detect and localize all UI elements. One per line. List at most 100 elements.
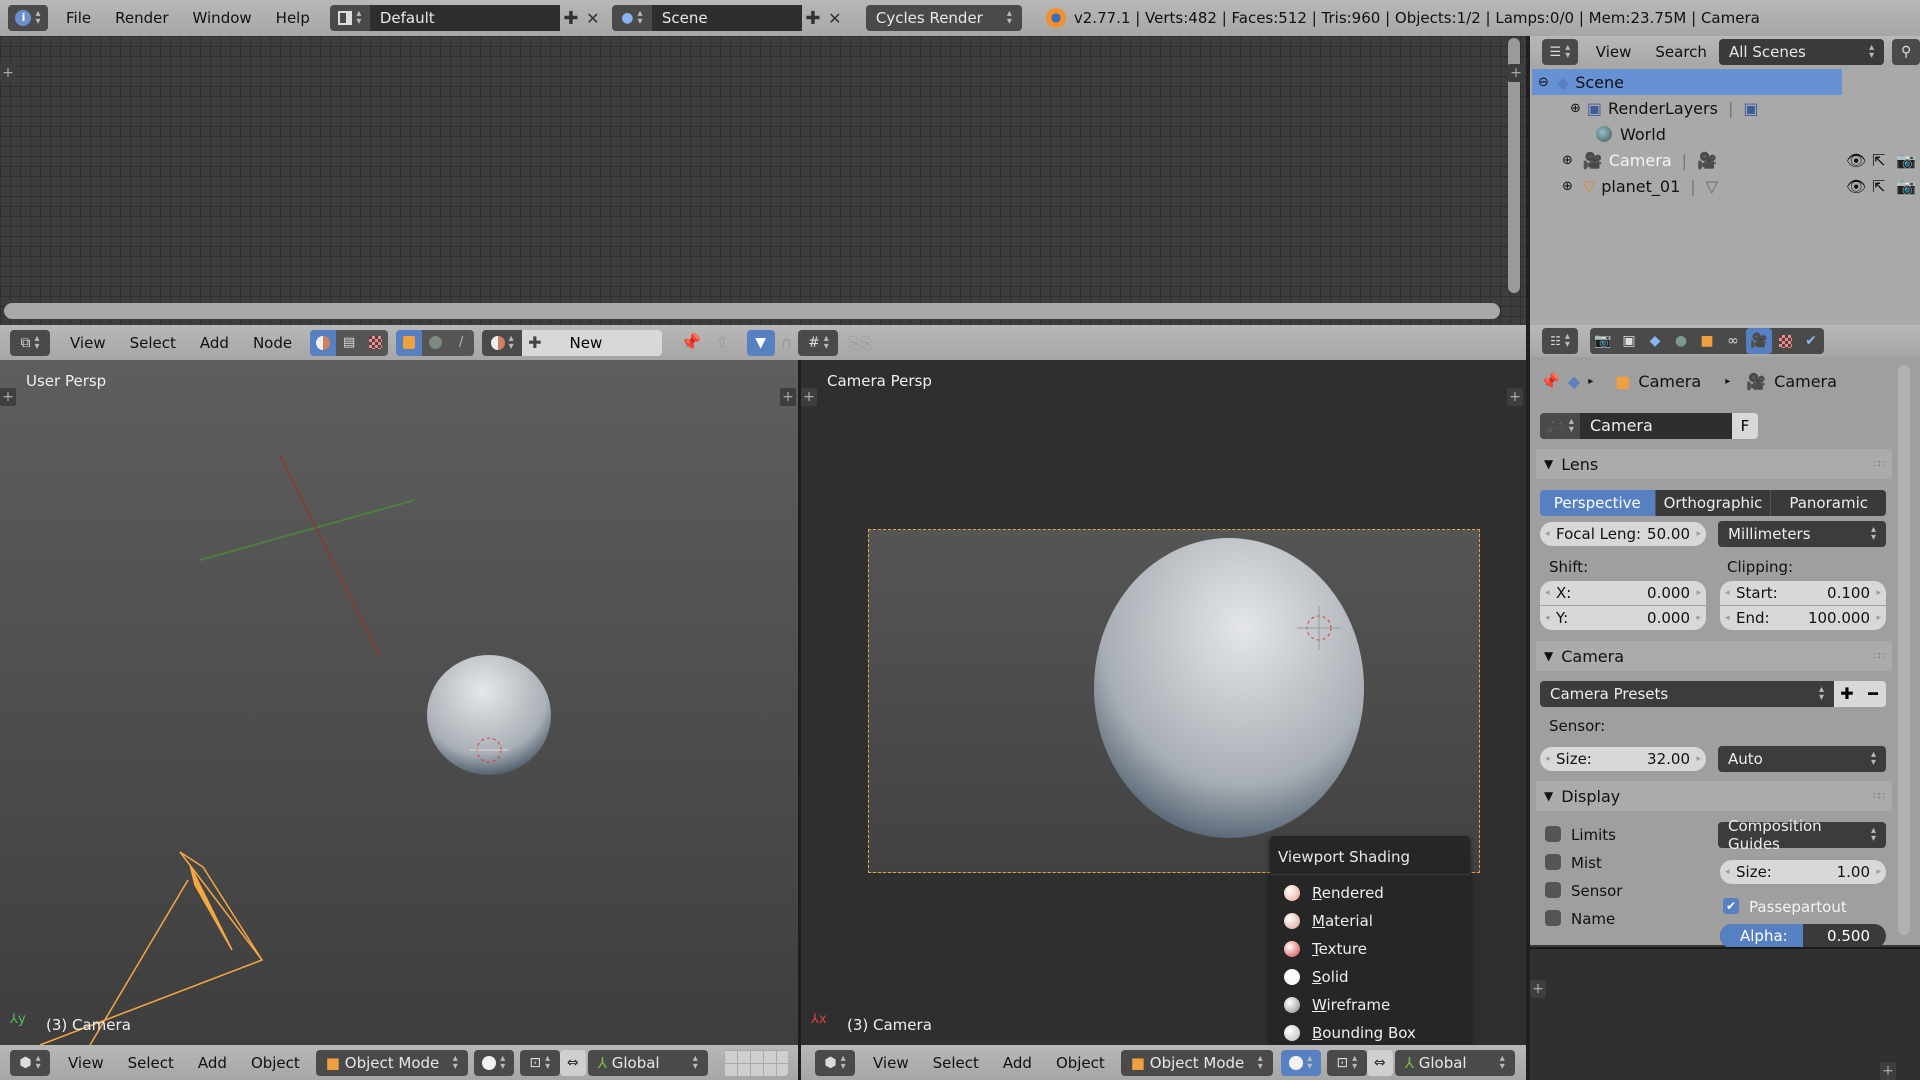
object-shader-button[interactable] xyxy=(396,329,423,356)
node-menu-add[interactable]: Add xyxy=(188,334,241,352)
tab-object[interactable]: ■ xyxy=(1694,328,1720,354)
shading-option-solid[interactable]: Solid xyxy=(1270,963,1470,991)
backdrop-toggle[interactable]: ▼ xyxy=(746,329,775,356)
planet-sphere[interactable] xyxy=(1094,538,1364,838)
delete-layout-button[interactable]: ✕ xyxy=(582,5,604,31)
fake-user-button[interactable]: F xyxy=(1732,413,1758,439)
3d-menu-object[interactable]: Object xyxy=(239,1054,312,1072)
viewport-shading-dropdown[interactable]: ▴ ▾ xyxy=(473,1049,514,1076)
shading-option-material[interactable]: Material xyxy=(1270,907,1470,935)
display-panel-header[interactable]: ▼ Display ∷∷ xyxy=(1536,781,1892,811)
tab-camera-data[interactable]: 🎥 xyxy=(1746,328,1772,354)
shading-option-texture[interactable]: Texture xyxy=(1270,935,1470,963)
drag-grip-icon[interactable]: ∷∷ xyxy=(1873,459,1885,470)
3d-menu-add[interactable]: Add xyxy=(186,1054,239,1072)
collapse-icon[interactable]: ⊖ xyxy=(1538,75,1549,90)
outliner-display-dropdown[interactable]: All Scenes ▴ ▾ xyxy=(1718,39,1885,65)
viewport-user-persp[interactable]: User Persp + + ⅄y (3) Camera xyxy=(0,360,798,1045)
add-layout-button[interactable]: ✚ xyxy=(560,5,582,31)
menu-render[interactable]: Render xyxy=(103,9,180,27)
tab-texture[interactable] xyxy=(1772,328,1798,354)
tab-constraints[interactable]: ∞ xyxy=(1720,328,1746,354)
name-checkbox[interactable] xyxy=(1545,910,1561,926)
linestyle-shader-button[interactable]: / xyxy=(448,329,475,356)
editor-type-info-button[interactable]: i ▴ ▾ xyxy=(8,5,48,31)
passepartout-checkbox[interactable]: ✔ xyxy=(1723,898,1739,914)
menu-window[interactable]: Window xyxy=(181,9,264,27)
tab-world[interactable]: ● xyxy=(1668,328,1694,354)
pin-icon[interactable]: 📌 xyxy=(1540,372,1560,391)
3d-menu-object[interactable]: Object xyxy=(1044,1054,1117,1072)
area-properties-toggle[interactable]: + xyxy=(1880,1062,1896,1080)
clip-start-field[interactable]: Start: 0.100 xyxy=(1720,581,1886,605)
expand-icon[interactable]: ⊕ xyxy=(1570,101,1581,116)
shading-option-wireframe[interactable]: Wireframe xyxy=(1270,991,1470,1019)
3d-menu-view[interactable]: View xyxy=(56,1054,116,1072)
planet-sphere[interactable] xyxy=(427,655,551,775)
lens-type-perspective[interactable]: Perspective xyxy=(1540,490,1655,516)
transform-orientation-dropdown[interactable]: ⅄ Global ▴ ▾ xyxy=(1394,1049,1515,1076)
composition-guides-dropdown[interactable]: Composition Guides ▴ ▾ xyxy=(1718,817,1886,853)
visibility-eye-icon[interactable]: 👁 xyxy=(1846,177,1866,196)
renderable-camera-icon[interactable]: 📷 xyxy=(1896,151,1916,170)
texture-nodes-button[interactable] xyxy=(362,329,389,356)
pivot-point-dropdown[interactable]: ⊡ ▴ ▾ xyxy=(519,1049,560,1076)
clip-end-field[interactable]: End: 100.000 xyxy=(1720,606,1886,630)
screen-layout-type-button[interactable]: ▴ ▾ xyxy=(329,5,370,31)
node-menu-select[interactable]: Select xyxy=(118,334,188,352)
shading-option-bounding-box[interactable]: Bounding Box xyxy=(1270,1019,1470,1047)
menu-file[interactable]: File xyxy=(54,9,103,27)
remove-preset-button[interactable]: ━ xyxy=(1860,681,1886,707)
add-scene-button[interactable]: ✚ xyxy=(802,5,824,31)
shift-y-field[interactable]: Y: 0.000 xyxy=(1540,606,1706,630)
manipulator-toggle[interactable]: ⇔ xyxy=(559,1049,586,1076)
3d-menu-add[interactable]: Add xyxy=(991,1054,1044,1072)
tab-render[interactable]: 📷 xyxy=(1590,328,1616,354)
passepartout-alpha-slider[interactable]: Alpha: 0.500 xyxy=(1720,924,1886,948)
limits-checkbox[interactable] xyxy=(1545,826,1561,842)
tab-render-layers[interactable]: ▣ xyxy=(1616,328,1642,354)
focal-length-field[interactable]: Focal Leng: 50.00 xyxy=(1540,522,1706,546)
snap-magnet-icon[interactable]: ∩ xyxy=(781,333,793,352)
viewport-shading-dropdown-active[interactable]: ▴ ▾ xyxy=(1280,1049,1321,1076)
sensor-size-field[interactable]: Size: 32.00 xyxy=(1540,747,1706,771)
camera-datablock-name[interactable]: Camera xyxy=(1580,413,1732,439)
properties-scrollbar[interactable] xyxy=(1898,365,1910,935)
compositing-nodes-button[interactable]: ▤ xyxy=(336,329,363,356)
delete-scene-button[interactable]: ✕ xyxy=(824,5,846,31)
drag-grip-icon[interactable]: ∷∷ xyxy=(1873,651,1885,662)
snap-element-dropdown[interactable]: # ▴ ▾ xyxy=(798,329,839,356)
render-engine-dropdown[interactable]: Cycles Render ▴ ▾ xyxy=(865,5,1022,31)
node-editor-toolbar-toggle[interactable]: + xyxy=(0,64,16,82)
lens-type-orthographic[interactable]: Orthographic xyxy=(1654,490,1771,516)
shift-x-field[interactable]: X: 0.000 xyxy=(1540,581,1706,605)
3d-menu-select[interactable]: Select xyxy=(116,1054,186,1072)
world-shader-button[interactable] xyxy=(422,329,449,356)
shading-option-rendered[interactable]: Rendered xyxy=(1270,879,1470,907)
3d-menu-select[interactable]: Select xyxy=(921,1054,991,1072)
outliner-item-renderlayers[interactable]: ⊕ ▣ RenderLayers | ▣ xyxy=(1532,95,1918,121)
pin-icon[interactable]: 📌 xyxy=(680,333,701,353)
menu-help[interactable]: Help xyxy=(264,9,322,27)
outliner-item-scene[interactable]: ⊖ ◆ Scene xyxy=(1532,69,1842,95)
sensor-checkbox[interactable] xyxy=(1545,882,1561,898)
drag-grip-icon[interactable]: ∷∷ xyxy=(1873,791,1885,802)
add-preset-button[interactable]: ✚ xyxy=(1834,681,1860,707)
transform-orientation-dropdown[interactable]: ⅄ Global ▴ ▾ xyxy=(587,1049,708,1076)
tab-physics[interactable]: ✔ xyxy=(1798,328,1824,354)
display-size-field[interactable]: Size: 1.00 xyxy=(1720,860,1886,884)
parent-node-tree-icon[interactable]: ⇧ xyxy=(715,333,728,352)
lens-type-panoramic[interactable]: Panoramic xyxy=(1770,490,1886,516)
manipulator-toggle[interactable]: ⇔ xyxy=(1366,1049,1393,1076)
expand-icon[interactable]: ⊕ xyxy=(1562,153,1573,168)
selectable-cursor-icon[interactable]: ⇱ xyxy=(1872,151,1885,170)
node-menu-node[interactable]: Node xyxy=(241,334,304,352)
outliner-menu-search[interactable]: Search xyxy=(1643,43,1719,61)
outliner-search-button[interactable]: ⚲ xyxy=(1892,39,1920,65)
visibility-eye-icon[interactable]: 👁 xyxy=(1846,151,1866,170)
camera-datablock-selector[interactable]: 🎥 ▴ ▾ xyxy=(1540,413,1580,439)
new-material-button[interactable]: ✚ New xyxy=(522,329,663,356)
mode-dropdown[interactable]: ■ Object Mode ▴ ▾ xyxy=(1120,1049,1273,1076)
copy-nodes-icon[interactable]: ⎘⎘ xyxy=(848,334,872,352)
node-editor-canvas[interactable] xyxy=(0,36,1526,325)
